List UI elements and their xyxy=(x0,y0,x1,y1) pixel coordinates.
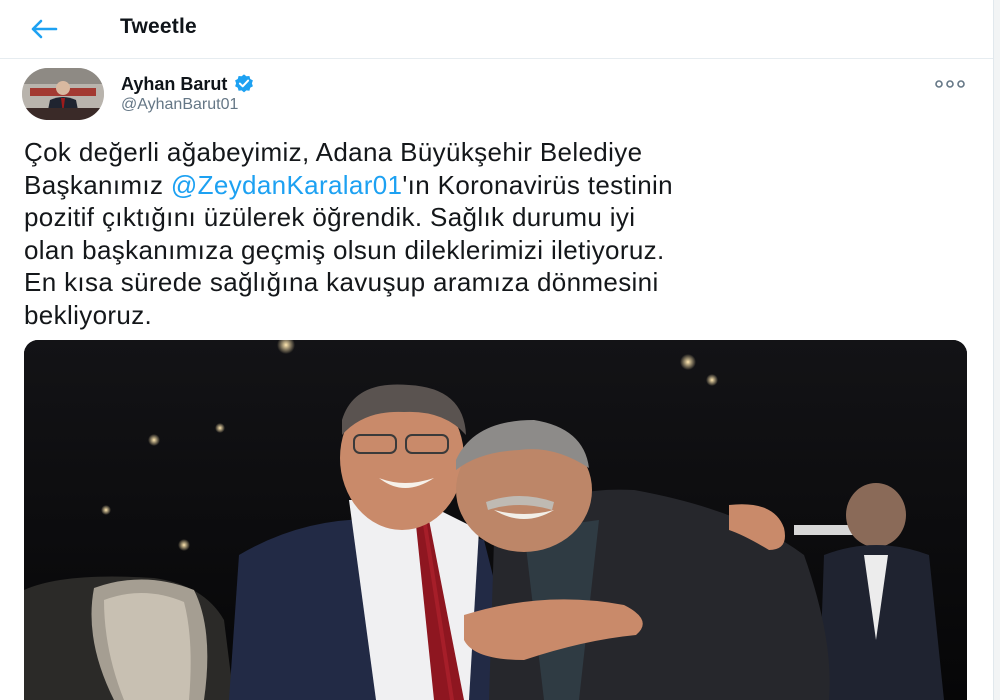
page-title: Tweetle xyxy=(120,15,197,38)
header-bar: Tweetle xyxy=(0,0,993,59)
tweet-text: Çok değerli ağabeyimiz, Adana Büyükşehir… xyxy=(24,136,969,331)
avatar-image xyxy=(22,68,104,120)
arrow-left-icon xyxy=(31,19,58,39)
photo-image xyxy=(24,340,967,700)
more-options-button[interactable] xyxy=(932,72,968,96)
more-horizontal-icon xyxy=(935,80,965,88)
tweet-line: pozitif çıktığını üzülerek öğrendik. Sağ… xyxy=(24,201,969,234)
tweet-line-text: 'ın Koronavirüs testinin xyxy=(402,169,673,200)
avatar[interactable] xyxy=(22,68,104,120)
tweet-line: En kısa sürede sağlığına kavuşup aramıza… xyxy=(24,266,969,299)
author-handle[interactable]: @AyhanBarut01 xyxy=(121,96,238,114)
tweet-photo[interactable] xyxy=(24,340,967,700)
tweet-line-text: pozitif çıktığını üzülerek öğrendik. Sağ… xyxy=(24,202,636,232)
author-name[interactable]: Ayhan Barut xyxy=(121,73,255,95)
tweet-line-text: olan başkanımıza geçmiş olsun dileklerim… xyxy=(24,234,665,265)
verified-badge-icon xyxy=(235,74,254,93)
tweet-line: Çok değerli ağabeyimiz, Adana Büyükşehir… xyxy=(24,136,969,169)
tweet-page: Tweetle Ayhan Barut @AyhanBarut01 Çok de… xyxy=(0,0,994,700)
tweet-line: bekliyoruz. xyxy=(24,299,969,332)
author-name-text: Ayhan Barut xyxy=(121,73,228,94)
tweet-line-text: bekliyoruz. xyxy=(24,299,153,330)
mention-link[interactable]: @ZeydanKaralar01 xyxy=(171,170,402,200)
tweet-line: Başkanımız @ZeydanKaralar01'ın Koronavir… xyxy=(24,169,969,202)
tweet-line-text: En kısa sürede sağlığına kavuşup aramıza… xyxy=(24,267,659,297)
tweet-line: olan başkanımıza geçmiş olsun dileklerim… xyxy=(24,234,969,267)
scrollbar-track[interactable] xyxy=(994,0,1000,700)
back-button[interactable] xyxy=(26,12,62,46)
tweet-line-text: Çok değerli ağabeyimiz, Adana Büyükşehir… xyxy=(24,137,643,167)
tweet-line-text: Başkanımız xyxy=(24,169,171,200)
